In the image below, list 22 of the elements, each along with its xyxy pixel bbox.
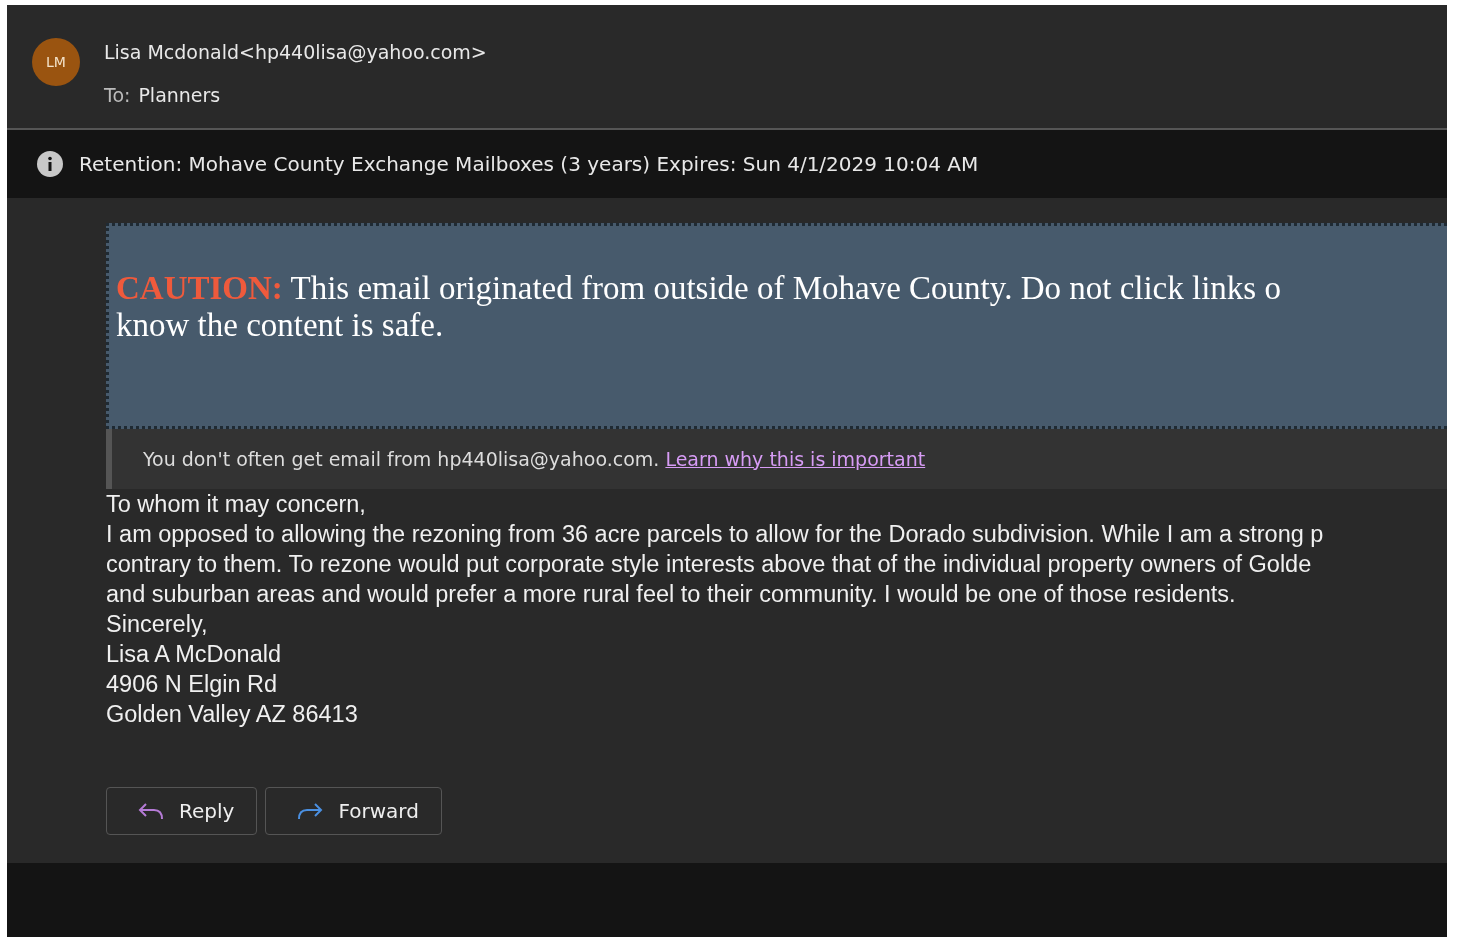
- info-icon: [37, 151, 63, 177]
- learn-more-link[interactable]: Learn why this is important: [665, 444, 926, 474]
- sender-address: <hp440lisa@yahoo.com>: [239, 40, 487, 65]
- avatar: LM: [32, 38, 80, 86]
- body-line: and suburban areas and would prefer a more rural feel to their community. I would be one of those residents.: [106, 580, 1237, 609]
- forward-icon: [296, 801, 325, 821]
- retention-text: Retention: Mohave County Exchange Mailboxes (3 years) Expires: Sun 4/1/2029 10:04 AM: [79, 151, 979, 178]
- recipient: Planners: [138, 82, 221, 108]
- forward-button[interactable]: Forward: [265, 787, 442, 835]
- body-line: I am opposed to allowing the rezoning from 36 acre parcels to allow for the Dorado subdivision. While I am a strong p: [106, 520, 1325, 549]
- body-line: Lisa A McDonald: [106, 640, 283, 669]
- body-line: To whom it may concern,: [106, 490, 367, 519]
- notice-text: You don't often get email from hp440lisa@yahoo.com.: [143, 446, 660, 472]
- reply-button[interactable]: Reply: [106, 787, 258, 835]
- body-line: contrary to them. To rezone would put corporate style interests above that of the individual property owners of Golde: [106, 550, 1313, 579]
- caution-text: CAUTION: This email originated from outside of Mohave County. Do not click links o know the content is safe.: [116, 270, 1282, 344]
- sender-name: Lisa Mcdonald: [104, 40, 239, 65]
- body-line: Golden Valley AZ 86413: [106, 700, 359, 729]
- reply-icon: [137, 801, 165, 821]
- body-line: Sincerely,: [106, 610, 209, 639]
- body-line: 4906 N Elgin Rd: [106, 670, 279, 699]
- to-label: To:: [104, 82, 131, 108]
